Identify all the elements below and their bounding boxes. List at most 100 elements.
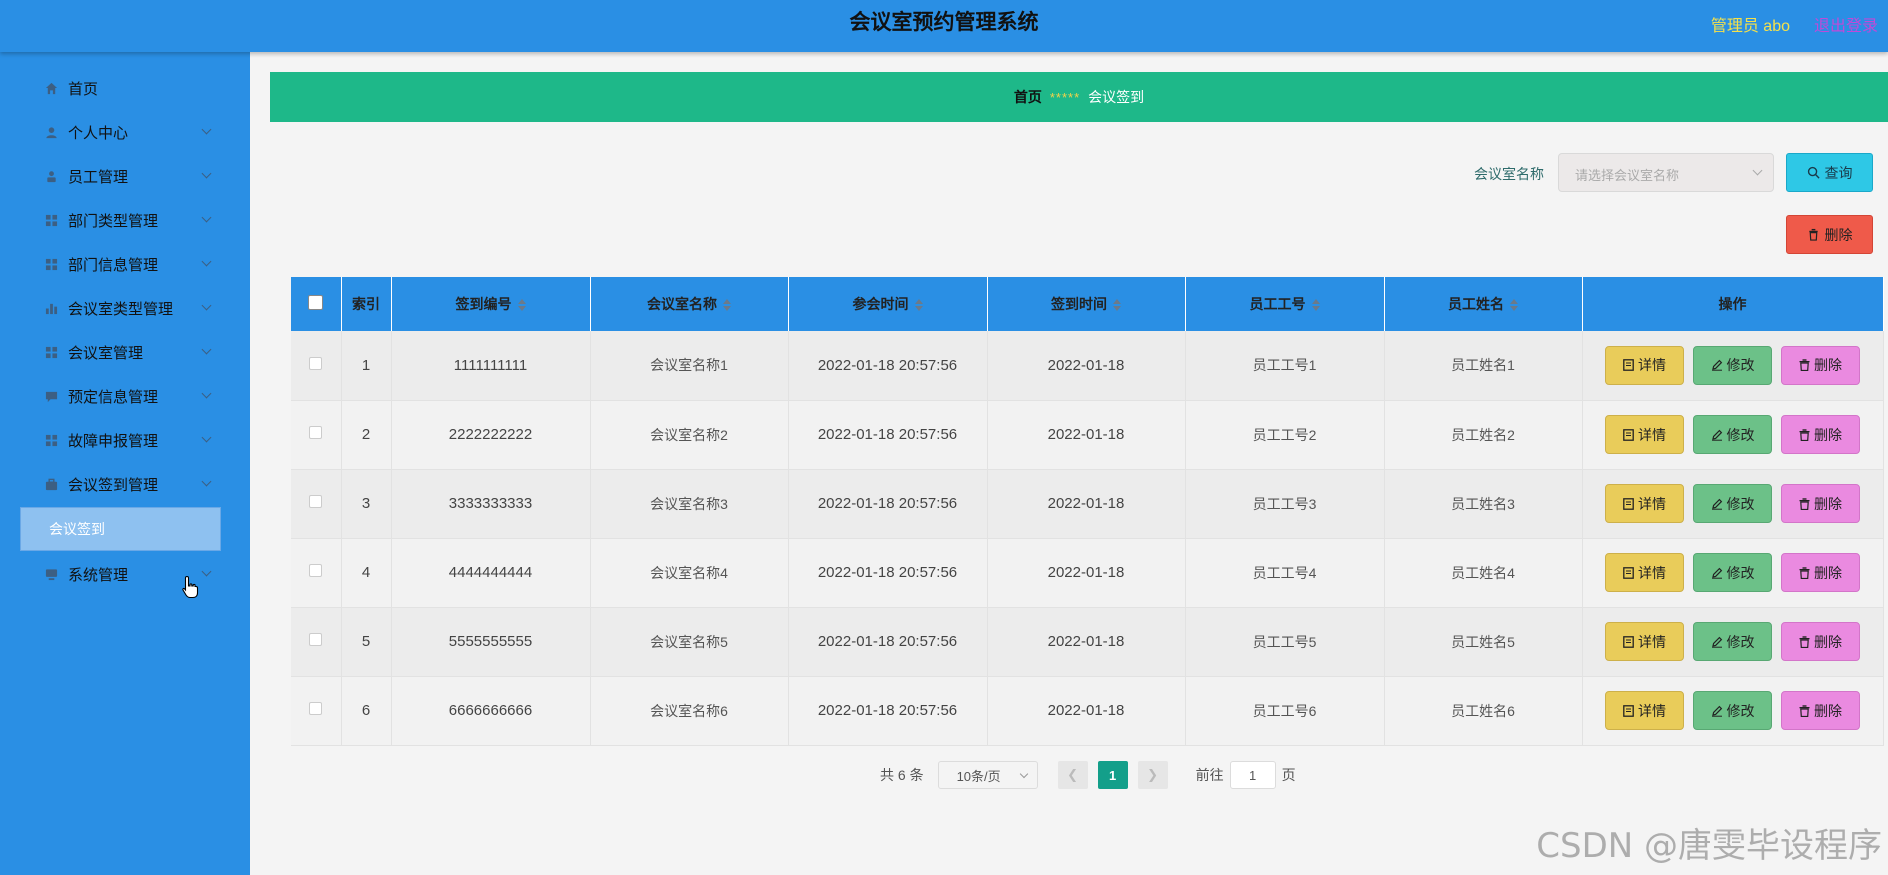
cell-emp-no: 员工工号2	[1185, 400, 1385, 470]
page-number-current[interactable]: 1	[1097, 761, 1128, 789]
edit-button[interactable]: 修改	[1693, 622, 1772, 661]
edit-button[interactable]: 修改	[1693, 345, 1772, 385]
column-header[interactable]: 签到时间	[987, 277, 1186, 331]
sidebar-item-label: 首页	[68, 80, 99, 98]
sidebar-item-label: 预定信息管理	[68, 388, 159, 406]
delete-label: 删除	[1814, 702, 1842, 719]
detail-label: 详情	[1638, 426, 1666, 443]
row-checkbox[interactable]	[309, 426, 323, 439]
sort-icon[interactable]	[723, 299, 731, 312]
batch-delete-button[interactable]: 删除	[1786, 215, 1873, 254]
detail-button[interactable]: 详情	[1605, 553, 1684, 592]
delete-button[interactable]: 删除	[1781, 691, 1860, 730]
row-checkbox[interactable]	[309, 633, 323, 646]
sidebar-item-fault[interactable]: 故障申报管理	[0, 420, 250, 460]
logout-link[interactable]: 退出登录	[1814, 12, 1878, 36]
detail-button[interactable]: 详情	[1605, 484, 1684, 523]
query-button[interactable]: 查询	[1786, 153, 1873, 192]
room-name-select[interactable]: 请选择会议室名称	[1558, 153, 1774, 192]
sort-icon[interactable]	[517, 299, 526, 312]
breadcrumb-home[interactable]: 首页	[1014, 87, 1042, 107]
cell-index: 4	[341, 538, 392, 608]
detail-button[interactable]: 详情	[1605, 415, 1684, 454]
prev-page-button[interactable]: ❮	[1057, 761, 1088, 789]
grid-icon	[44, 213, 58, 227]
sidebar-item-label: 会议室管理	[68, 344, 144, 362]
edit-label: 修改	[1726, 564, 1755, 581]
table-row: 6 6666666666 会议室名称6 2022-01-18 20:57:56 …	[291, 676, 1884, 746]
cell-meeting-time: 2022-01-18 20:57:56	[788, 676, 988, 746]
edit-label: 修改	[1726, 357, 1755, 374]
sort-icon[interactable]	[1311, 299, 1320, 312]
row-select-cell[interactable]	[291, 331, 342, 401]
edit-button[interactable]: 修改	[1693, 484, 1772, 523]
cell-code: 5555555555	[391, 607, 591, 677]
delete-button[interactable]: 删除	[1781, 622, 1860, 661]
sidebar-item-system[interactable]: 系统管理	[0, 554, 250, 594]
column-header[interactable]: 签到编号	[391, 277, 591, 331]
next-page-button[interactable]: ❯	[1137, 761, 1168, 789]
sidebar-item-label: 员工管理	[68, 168, 129, 186]
column-header[interactable]: 员工工号	[1185, 277, 1385, 331]
sidebar-item-booking[interactable]: 预定信息管理	[0, 376, 250, 416]
select-all-cell[interactable]	[291, 277, 342, 331]
edit-button[interactable]: 修改	[1693, 415, 1772, 454]
select-all-checkbox[interactable]	[308, 295, 324, 310]
row-checkbox[interactable]	[309, 564, 323, 577]
sidebar-item-staff[interactable]: 员工管理	[0, 156, 250, 196]
edit-label: 修改	[1726, 495, 1755, 512]
row-select-cell[interactable]	[291, 676, 342, 746]
column-header[interactable]: 参会时间	[788, 277, 988, 331]
cell-room: 会议室名称6	[590, 676, 789, 746]
sidebar-item-room[interactable]: 会议室管理	[0, 332, 250, 372]
detail-button[interactable]: 详情	[1605, 691, 1684, 730]
column-header-label: 参会时间	[852, 296, 909, 312]
pencil-icon	[1711, 498, 1723, 510]
row-select-cell[interactable]	[291, 469, 342, 539]
goto-suffix: 页	[1281, 767, 1296, 783]
chevron-left-icon: ❮	[1067, 767, 1079, 782]
query-button-label: 查询	[1824, 164, 1853, 181]
sidebar-item-room-type[interactable]: 会议室类型管理	[0, 288, 250, 328]
delete-button[interactable]: 删除	[1781, 415, 1860, 454]
table-row: 1 1111111111 会议室名称1 2022-01-18 20:57:56 …	[291, 331, 1884, 401]
sidebar-item-signin[interactable]: 会议签到管理	[0, 464, 250, 504]
delete-label: 删除	[1814, 357, 1842, 374]
page-size-select[interactable]: 10条/页	[937, 761, 1038, 789]
detail-label: 详情	[1638, 702, 1666, 719]
column-header-label: 员工工号	[1249, 296, 1306, 312]
sort-icon[interactable]	[1113, 299, 1121, 312]
row-select-cell[interactable]	[291, 538, 342, 608]
row-select-cell[interactable]	[291, 400, 342, 470]
delete-button[interactable]: 删除	[1781, 345, 1860, 385]
sidebar-item-dept-type[interactable]: 部门类型管理	[0, 200, 250, 240]
detail-button[interactable]: 详情	[1605, 345, 1684, 385]
delete-label: 删除	[1814, 426, 1842, 443]
detail-button[interactable]: 详情	[1605, 622, 1684, 661]
sort-icon[interactable]	[1510, 299, 1518, 312]
column-header: 操作	[1582, 277, 1884, 331]
goto-prefix: 前往	[1195, 767, 1224, 783]
column-header[interactable]: 会议室名称	[590, 277, 789, 331]
row-select-cell[interactable]	[291, 607, 342, 677]
edit-button[interactable]: 修改	[1693, 553, 1772, 592]
delete-button[interactable]: 删除	[1781, 484, 1860, 523]
goto-page-input[interactable]: 1	[1229, 761, 1276, 789]
sidebar-item-dept-info[interactable]: 部门信息管理	[0, 244, 250, 284]
edit-button[interactable]: 修改	[1693, 691, 1772, 730]
row-checkbox[interactable]	[309, 356, 323, 370]
sort-icon[interactable]	[914, 299, 923, 312]
sidebar-subitem-signin[interactable]: 会议签到	[20, 507, 221, 551]
row-checkbox[interactable]	[309, 702, 323, 715]
table-row: 5 5555555555 会议室名称5 2022-01-18 20:57:56 …	[291, 607, 1884, 677]
row-checkbox[interactable]	[309, 495, 323, 508]
chevron-down-icon	[1019, 769, 1028, 779]
column-header[interactable]: 员工姓名	[1384, 277, 1583, 331]
sidebar-item-home[interactable]: 首页	[0, 68, 250, 108]
delete-label: 删除	[1814, 495, 1842, 512]
edit-label: 修改	[1726, 426, 1755, 443]
document-icon	[1623, 635, 1634, 648]
cell-actions: 详情 修改 删除	[1582, 676, 1884, 746]
delete-button[interactable]: 删除	[1781, 553, 1860, 592]
sidebar-item-personal-center[interactable]: 个人中心	[0, 112, 250, 152]
